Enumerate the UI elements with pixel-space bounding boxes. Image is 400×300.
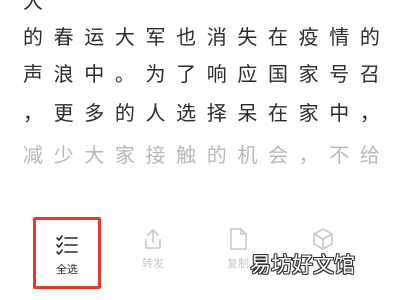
text-char: 在 xyxy=(268,101,288,125)
text-line-faded: 减 少 大 家 接 触 的 机 会 ， 不 给 xyxy=(0,140,400,170)
text-char: 家 xyxy=(298,62,319,86)
text-char: 响 xyxy=(206,62,227,86)
text-char: 号 xyxy=(329,62,350,86)
text-line: ， 更 多 的 人 选 择 呆 在 家 中 ， xyxy=(0,98,400,128)
text-fade-overlay xyxy=(0,170,400,192)
text-line-partial: 大 xyxy=(0,0,400,16)
text-char: 春 xyxy=(53,25,74,49)
text-char: 召 xyxy=(359,62,380,86)
text-char: 军 xyxy=(145,25,166,49)
text-char: 择 xyxy=(206,101,227,125)
text-char: ， xyxy=(359,101,380,125)
text-char: 选 xyxy=(176,101,197,125)
text-char: 运 xyxy=(84,25,105,49)
text-char: 更 xyxy=(53,101,74,125)
checklist-icon xyxy=(56,235,78,255)
text-char: 为 xyxy=(145,62,166,86)
cube-icon xyxy=(313,228,333,250)
text-char: 声 xyxy=(23,62,43,86)
share-label: 转发 xyxy=(142,257,164,270)
document-icon xyxy=(230,228,247,250)
share-icon xyxy=(145,229,161,249)
text-char: 家 xyxy=(298,101,319,125)
select-all-label: 全选 xyxy=(56,263,78,276)
text-char: 的 xyxy=(114,101,135,125)
text-char: 大 xyxy=(23,0,43,13)
text-char: 接 xyxy=(145,143,166,167)
text-char: 国 xyxy=(268,62,288,86)
text-line: 的 春 运 大 军 也 消 失 在 疫 情 的 xyxy=(0,22,400,52)
text-char: 的 xyxy=(206,143,227,167)
text-char: 。 xyxy=(114,62,135,86)
text-char: 家 xyxy=(114,143,135,167)
text-char: 在 xyxy=(268,25,288,49)
text-char: 浪 xyxy=(53,62,74,86)
text-char: 机 xyxy=(237,143,258,167)
text-char: 多 xyxy=(84,101,105,125)
text-char: 给 xyxy=(359,143,380,167)
text-char: 的 xyxy=(23,25,43,49)
text-char: 人 xyxy=(145,101,166,125)
text-char: 呆 xyxy=(237,101,258,125)
text-char: 不 xyxy=(329,143,350,167)
text-char: 大 xyxy=(84,143,105,167)
text-char: 失 xyxy=(237,25,258,49)
text-char: 的 xyxy=(359,25,380,49)
select-all-button[interactable]: 全选 xyxy=(33,217,101,289)
text-line: 声 浪 中 。 为 了 响 应 国 家 号 召 xyxy=(0,59,400,89)
text-char: 了 xyxy=(176,62,197,86)
text-char: 大 xyxy=(114,25,135,49)
text-char: 触 xyxy=(176,143,197,167)
article-text: 大 的 春 运 大 军 也 消 失 在 疫 情 的 声 浪 中 。 为 了 响 … xyxy=(0,0,400,192)
text-char: 中 xyxy=(84,62,105,86)
text-char: 情 xyxy=(329,25,350,49)
text-char: 疫 xyxy=(298,25,319,49)
text-char: 中 xyxy=(329,101,350,125)
text-char: 消 xyxy=(206,25,227,49)
text-char: 会 xyxy=(268,143,288,167)
share-button[interactable]: 转发 xyxy=(118,217,188,287)
watermark-text: 易坊好文馆 xyxy=(250,253,355,277)
text-char: ， xyxy=(23,101,43,125)
text-char: 应 xyxy=(237,62,258,86)
text-char: 减 xyxy=(23,143,43,167)
text-char: 少 xyxy=(53,143,74,167)
text-char: ， xyxy=(298,143,319,167)
text-char: 也 xyxy=(176,25,197,49)
